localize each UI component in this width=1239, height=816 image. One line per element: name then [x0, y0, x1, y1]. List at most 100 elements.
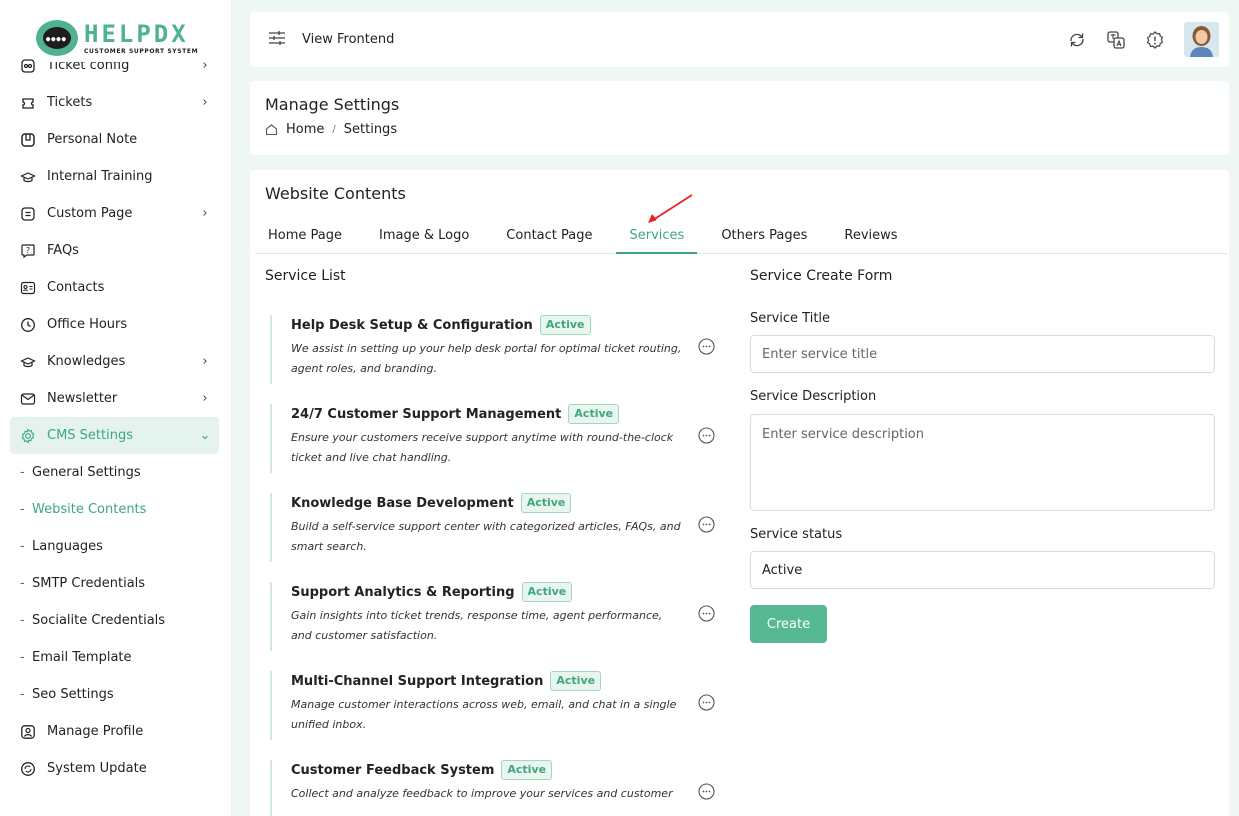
sidebar-item-internal-training[interactable]: Internal Training	[10, 158, 219, 195]
breadcrumb: Home / Settings	[265, 122, 1214, 137]
sidebar-subitem-socialite-credentials[interactable]: - Socialite Credentials	[10, 602, 219, 639]
sidebar-item-label: Contacts	[47, 280, 105, 295]
info-icon[interactable]	[698, 694, 715, 711]
sidebar-subitem-seo-settings[interactable]: - Seo Settings	[10, 676, 219, 713]
sidebar-subitem-smtp-credentials[interactable]: - SMTP Credentials	[10, 565, 219, 602]
sidebar-item-newsletter[interactable]: Newsletter ›	[10, 380, 219, 417]
sidebar-subitem-label: General Settings	[32, 465, 141, 480]
brand-logo[interactable]: ●●●● HELPDX CUSTOMER SUPPORT SYSTEM	[34, 14, 204, 62]
sidebar-subitem-languages[interactable]: - Languages	[10, 528, 219, 565]
dash: -	[20, 650, 25, 665]
service-status-label: Service status	[750, 527, 843, 542]
sliders-icon[interactable]	[268, 30, 286, 50]
sidebar-item-manage-profile[interactable]: Manage Profile	[10, 713, 219, 750]
breadcrumb-separator: /	[332, 124, 336, 135]
service-description-label: Service Description	[750, 389, 877, 404]
sidebar-item-tickets[interactable]: Tickets ›	[10, 84, 219, 121]
topbar: View Frontend	[250, 12, 1229, 67]
service-name: Customer Feedback System	[291, 762, 495, 778]
sidebar-subitem-general-settings[interactable]: - General Settings	[10, 454, 219, 491]
sidebar-subitem-label: Languages	[32, 539, 103, 554]
info-icon[interactable]	[698, 338, 715, 355]
service-title-label: Service Title	[750, 311, 831, 326]
website-contents-card: Website Contents Home Page Image & Logo …	[250, 170, 1229, 816]
note-icon	[20, 132, 36, 148]
sidebar-subitem-email-template[interactable]: - Email Template	[10, 639, 219, 676]
info-icon[interactable]	[698, 516, 715, 533]
chevron-right-icon: ›	[202, 391, 208, 406]
service-description: We assist in setting up your help desk p…	[291, 342, 682, 375]
sidebar-item-faqs[interactable]: ? FAQs	[10, 232, 219, 269]
sidebar-item-system-update[interactable]: System Update	[10, 750, 219, 787]
tab-others-pages[interactable]: Others Pages	[708, 224, 820, 254]
alert-badge-icon[interactable]	[1145, 30, 1165, 50]
dash: -	[20, 502, 25, 517]
avatar[interactable]	[1184, 22, 1219, 57]
faq-icon: ?	[20, 243, 36, 259]
tab-reviews[interactable]: Reviews	[831, 224, 910, 254]
dash: -	[20, 613, 25, 628]
service-description-input[interactable]	[750, 414, 1215, 511]
list-item: Multi-Channel Support Integration Active …	[270, 671, 720, 740]
sidebar-item-label: System Update	[47, 761, 147, 776]
sidebar-item-knowledges[interactable]: Knowledges ›	[10, 343, 219, 380]
chevron-right-icon: ›	[202, 95, 208, 110]
dash: -	[20, 687, 25, 702]
gear-icon	[20, 427, 36, 444]
brand-tagline: CUSTOMER SUPPORT SYSTEM	[84, 47, 199, 55]
status-badge: Active	[501, 760, 553, 780]
sidebar-item-label: Manage Profile	[47, 724, 144, 739]
service-name: 24/7 Customer Support Management	[291, 406, 562, 422]
chevron-right-icon: ›	[202, 354, 208, 369]
status-badge: Active	[521, 582, 573, 602]
annotation-arrow-icon	[648, 194, 693, 223]
create-button[interactable]: Create	[750, 605, 827, 643]
list-item: Knowledge Base Development Active Build a…	[270, 493, 720, 562]
mail-icon	[20, 391, 36, 407]
info-icon[interactable]	[698, 605, 715, 622]
sidebar-item-contacts[interactable]: Contacts	[10, 269, 219, 306]
sync-icon[interactable]	[1067, 30, 1087, 50]
sidebar-item-label: Custom Page	[47, 206, 133, 221]
tab-contact-page[interactable]: Contact Page	[493, 224, 605, 254]
service-description: Collect and analyze feedback to improve …	[291, 787, 673, 800]
sidebar-item-label: CMS Settings	[47, 428, 133, 443]
sidebar-item-office-hours[interactable]: Office Hours	[10, 306, 219, 343]
service-status-select[interactable]	[750, 551, 1215, 589]
tab-image-logo[interactable]: Image & Logo	[366, 224, 482, 254]
graduation-icon	[20, 169, 36, 185]
list-item: Help Desk Setup & Configuration Active We…	[270, 315, 720, 384]
sidebar-item-label: Knowledges	[47, 354, 126, 369]
tab-services[interactable]: Services	[616, 224, 698, 254]
sidebar-item-label: Internal Training	[47, 169, 153, 184]
section-title: Website Contents	[265, 184, 406, 203]
status-badge: Active	[539, 315, 591, 335]
breadcrumb-home[interactable]: Home	[286, 122, 324, 137]
service-name: Help Desk Setup & Configuration	[291, 317, 533, 333]
dash: -	[20, 539, 25, 554]
translate-icon[interactable]	[1106, 30, 1126, 50]
sidebar-item-label: FAQs	[47, 243, 79, 258]
sidebar-item-label: Personal Note	[47, 132, 138, 147]
list-item: 24/7 Customer Support Management Active E…	[270, 404, 720, 473]
info-icon[interactable]	[698, 427, 715, 444]
sidebar-item-personal-note[interactable]: Personal Note	[10, 121, 219, 158]
status-badge: Active	[550, 671, 602, 691]
service-list: Help Desk Setup & Configuration Active We…	[270, 315, 720, 816]
form-title: Service Create Form	[750, 268, 893, 284]
sidebar-subitem-website-contents[interactable]: - Website Contents	[10, 491, 219, 528]
service-title-input[interactable]	[750, 335, 1215, 373]
tab-home-page[interactable]: Home Page	[255, 224, 355, 254]
tab-bar: Home Page Image & Logo Contact Page Serv…	[255, 224, 1227, 254]
sidebar-item-custom-page[interactable]: Custom Page ›	[10, 195, 219, 232]
list-item: Customer Feedback System Active Collect a…	[270, 760, 720, 816]
service-name: Support Analytics & Reporting	[291, 584, 515, 600]
service-description: Gain insights into ticket trends, respon…	[291, 609, 663, 642]
info-icon[interactable]	[698, 783, 715, 800]
service-name: Multi-Channel Support Integration	[291, 673, 544, 689]
page-title: Manage Settings	[265, 95, 400, 114]
sidebar-item-cms-settings[interactable]: CMS Settings ⌄	[10, 417, 219, 454]
ticket-icon	[20, 95, 36, 111]
breadcrumb-current: Settings	[343, 122, 398, 137]
view-frontend-link[interactable]: View Frontend	[302, 32, 394, 47]
